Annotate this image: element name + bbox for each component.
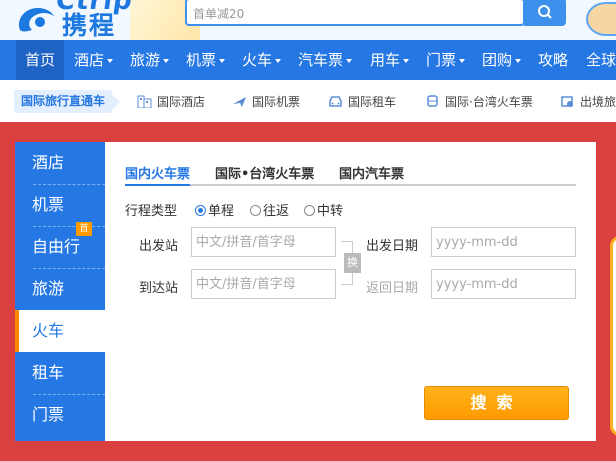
intl-travel-tag: 国际旅行直通车 — [14, 90, 121, 113]
subnav-item-intl-flight[interactable]: 国际机票 — [232, 92, 300, 112]
train-tabs: 国内火车票 国际•台湾火车票 国内汽车票 — [125, 160, 576, 186]
sidebar-item-carrental[interactable]: 租车 — [15, 352, 105, 394]
nav-item-groupbuy[interactable]: 团购 — [482, 40, 522, 80]
top-header: Ctrip 携程 首单减20 — [0, 0, 616, 40]
sidebar-item-tour[interactable]: 旅游 — [15, 268, 105, 310]
radio-roundtrip[interactable]: 往返 — [250, 200, 289, 219]
nav-item-flight[interactable]: 机票 — [186, 40, 226, 80]
search-button[interactable] — [524, 0, 566, 26]
to-station-label: 到达站 — [139, 281, 179, 296]
nav-item-car[interactable]: 用车 — [370, 40, 410, 80]
trip-type-label: 行程类型 — [125, 204, 178, 219]
chevron-down-icon — [459, 58, 466, 63]
subnav-item-intl-hotel[interactable]: 国际酒店 — [137, 92, 205, 112]
to-station-input[interactable] — [191, 269, 336, 299]
first-order-badge: 首 — [76, 222, 92, 236]
radio-transfer[interactable]: 中转 — [304, 200, 343, 219]
sidebar-item-train[interactable]: 火车 — [15, 310, 105, 352]
nav-item-tour[interactable]: 旅游 — [130, 40, 170, 80]
sidebar-item-hotel[interactable]: 酒店 — [15, 142, 105, 184]
plane-icon — [233, 97, 246, 107]
return-date-input[interactable] — [431, 269, 576, 299]
radio-unchecked-icon — [304, 205, 315, 216]
subnav-item-intl-train[interactable]: 国际·台湾火车票 — [425, 92, 533, 112]
building-icon — [137, 95, 152, 108]
subnav-item-intl-car[interactable]: 国际租车 — [328, 92, 396, 112]
depart-date-input[interactable] — [431, 227, 576, 257]
nav-item-bus[interactable]: 汽车票 — [298, 40, 353, 80]
avatar[interactable] — [586, 2, 616, 36]
train-icon — [427, 95, 438, 107]
nav-item-hotel[interactable]: 酒店 — [74, 40, 114, 80]
search-icon — [538, 5, 552, 19]
dolphin-logo-icon — [18, 8, 54, 32]
subnav-item-outbound[interactable]: 出境旅 — [560, 92, 616, 112]
promo-edge — [610, 236, 616, 436]
nav-item-global[interactable]: 全球 — [586, 40, 616, 80]
main-nav: 首页 酒店 旅游 机票 火车 汽车票 用车 门票 团购 攻略 全球 — [0, 40, 616, 80]
chevron-down-icon — [219, 58, 226, 63]
chevron-down-icon — [403, 58, 410, 63]
nav-item-tickets[interactable]: 门票 — [426, 40, 466, 80]
swap-button[interactable]: 换 — [344, 253, 361, 273]
nav-item-guide[interactable]: 攻略 — [538, 40, 568, 80]
sidebar-item-flight[interactable]: 机票 — [15, 184, 105, 226]
search-train-button[interactable]: 搜索 — [424, 386, 569, 420]
return-date-label: 返回日期 — [366, 281, 419, 296]
swap-bracket-bottom — [341, 273, 353, 285]
tab-intl-train[interactable]: 国际•台湾火车票 — [215, 163, 314, 186]
tab-domestic-train[interactable]: 国内火车票 — [125, 163, 191, 186]
radio-unchecked-icon — [250, 205, 261, 216]
radio-checked-icon — [195, 205, 206, 216]
chevron-down-icon — [346, 58, 353, 63]
from-station-input[interactable] — [191, 227, 336, 257]
chevron-down-icon — [275, 58, 282, 63]
radio-oneway[interactable]: 单程 — [195, 200, 234, 219]
brand-cn: 携程 — [62, 11, 117, 40]
international-subnav: 国际旅行直通车 国际酒店 国际机票 国际租车 国际·台湾火车票 出境旅 — [0, 80, 616, 122]
chevron-down-icon — [107, 58, 114, 63]
sidebar-item-tickets[interactable]: 门票 — [15, 394, 105, 436]
nav-item-train[interactable]: 火车 — [242, 40, 282, 80]
ctrip-logo[interactable]: Ctrip 携程 — [14, 0, 164, 40]
ticket-icon — [561, 96, 573, 107]
car-icon — [329, 96, 342, 107]
swap-bracket-top — [341, 241, 353, 253]
depart-date-label: 出发日期 — [366, 239, 419, 254]
tab-domestic-bus[interactable]: 国内汽车票 — [339, 163, 404, 186]
nav-item-home[interactable]: 首页 — [16, 40, 65, 80]
search-input[interactable]: 首单减20 — [185, 0, 525, 26]
chevron-down-icon — [163, 58, 170, 63]
from-station-label: 出发站 — [139, 239, 179, 254]
search-placeholder: 首单减20 — [193, 7, 245, 21]
chevron-down-icon — [515, 58, 522, 63]
